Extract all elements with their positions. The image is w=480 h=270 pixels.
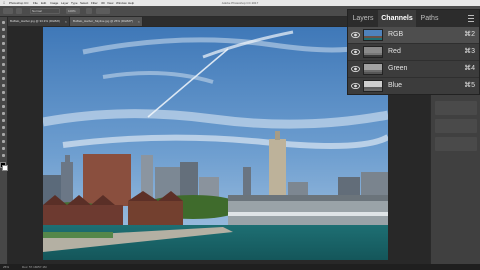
path-select-tool-icon[interactable] xyxy=(1,132,6,137)
document-tab-label: Buffalo_Harbor.jpg @ 33.3% (RGB/8) xyxy=(10,19,60,23)
eyedropper-tool-icon[interactable] xyxy=(1,55,6,60)
visibility-eye-icon[interactable] xyxy=(351,48,360,56)
document-tab-label: Buffalo_Harbor_Skyline.jpg @ 25% (RGB/8*… xyxy=(73,19,134,23)
blur-tool-icon[interactable] xyxy=(1,104,6,109)
channel-name: RGB xyxy=(388,31,404,38)
marquee-tool-icon[interactable] xyxy=(1,27,6,32)
channel-row-blue[interactable]: Blue ⌘5 xyxy=(348,78,479,94)
photoshop-window:  Photoshop CC File Edit Image Layer Typ… xyxy=(0,0,480,270)
healing-brush-tool-icon[interactable] xyxy=(1,62,6,67)
channel-name: Red xyxy=(388,48,401,55)
brush-tool-icon[interactable] xyxy=(1,69,6,74)
document-tab-1[interactable]: Buffalo_Harbor.jpg @ 33.3% (RGB/8) × xyxy=(7,17,70,26)
opacity-value: 100% xyxy=(68,9,76,13)
channel-row-rgb[interactable]: RGB ⌘2 xyxy=(348,27,479,44)
channel-shortcut: ⌘2 xyxy=(464,31,475,38)
channels-panel: Layers Channels Paths RGB ⌘2 Red ⌘3 Gree… xyxy=(347,9,480,95)
lasso-tool-icon[interactable] xyxy=(1,34,6,39)
document-tab-bar: Buffalo_Harbor.jpg @ 33.3% (RGB/8) × Buf… xyxy=(7,17,347,26)
channel-thumbnail xyxy=(363,63,383,75)
zoom-level[interactable]: 25% xyxy=(3,264,9,270)
type-tool-icon[interactable] xyxy=(1,125,6,130)
hand-tool-icon[interactable] xyxy=(1,146,6,151)
close-tab-icon[interactable]: × xyxy=(65,17,67,26)
tool-preset-picker[interactable] xyxy=(3,8,13,14)
flow-field[interactable] xyxy=(96,8,110,14)
pressure-toggle[interactable] xyxy=(86,8,92,14)
dock-panel-tile[interactable] xyxy=(435,119,477,133)
channel-row-red[interactable]: Red ⌘3 xyxy=(348,44,479,61)
channel-name: Blue xyxy=(388,82,403,89)
mode-dropdown[interactable] xyxy=(30,8,60,14)
eraser-tool-icon[interactable] xyxy=(1,90,6,95)
zoom-tool-icon[interactable] xyxy=(1,153,6,158)
document-image[interactable] xyxy=(43,27,388,260)
brush-size-picker[interactable] xyxy=(16,8,22,14)
clone-stamp-tool-icon[interactable] xyxy=(1,76,6,81)
gradient-tool-icon[interactable] xyxy=(1,97,6,102)
channel-thumbnail xyxy=(363,80,383,92)
tab-channels[interactable]: Channels xyxy=(378,10,416,27)
quick-select-tool-icon[interactable] xyxy=(1,41,6,46)
status-bar: 25% Doc: 57.1M/57.1M xyxy=(0,264,480,270)
pen-tool-icon[interactable] xyxy=(1,118,6,123)
document-tab-2[interactable]: Buffalo_Harbor_Skyline.jpg @ 25% (RGB/8*… xyxy=(70,17,143,26)
panel-tab-bar: Layers Channels Paths xyxy=(348,10,479,27)
channel-name: Green xyxy=(388,65,408,72)
channel-row-green[interactable]: Green ⌘4 xyxy=(348,61,479,78)
tab-paths[interactable]: Paths xyxy=(416,10,443,27)
channel-thumbnail xyxy=(363,46,383,58)
harbor-skyline-photo xyxy=(43,27,388,260)
history-brush-tool-icon[interactable] xyxy=(1,83,6,88)
tools-panel xyxy=(0,17,8,264)
move-tool-icon[interactable] xyxy=(1,20,6,25)
dock-panel-tile[interactable] xyxy=(435,137,477,151)
channel-shortcut: ⌘4 xyxy=(464,65,475,72)
shape-tool-icon[interactable] xyxy=(1,139,6,144)
visibility-eye-icon[interactable] xyxy=(351,82,360,90)
close-tab-icon[interactable]: × xyxy=(138,17,140,26)
crop-tool-icon[interactable] xyxy=(1,48,6,53)
channel-shortcut: ⌘3 xyxy=(464,48,475,55)
panel-menu-icon[interactable] xyxy=(468,13,475,23)
document-info[interactable]: Doc: 57.1M/57.1M xyxy=(22,264,47,270)
visibility-eye-icon[interactable] xyxy=(351,65,360,73)
visibility-eye-icon[interactable] xyxy=(351,31,360,39)
tab-layers[interactable]: Layers xyxy=(348,10,378,27)
dock-panel-tile[interactable] xyxy=(435,101,477,115)
dodge-tool-icon[interactable] xyxy=(1,111,6,116)
channel-thumbnail xyxy=(363,29,383,41)
channel-shortcut: ⌘5 xyxy=(464,82,475,89)
